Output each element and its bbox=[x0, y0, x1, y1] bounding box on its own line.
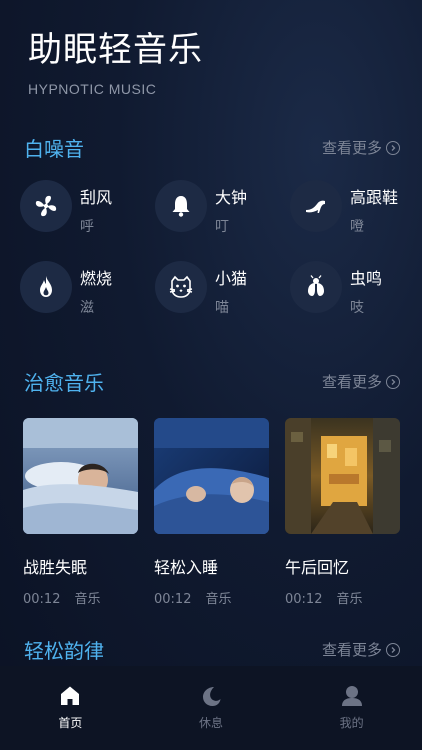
music-card[interactable]: 午后回忆 00:12 音乐 bbox=[285, 418, 400, 607]
home-icon bbox=[61, 686, 80, 705]
music-cover-image bbox=[285, 418, 400, 534]
music-tag: 音乐 bbox=[74, 592, 101, 607]
noise-name: 刮风 bbox=[80, 188, 113, 207]
healing-music-more-button[interactable]: 查看更多 bbox=[322, 371, 400, 392]
music-cover-image bbox=[23, 418, 138, 534]
cicada-icon bbox=[290, 261, 342, 313]
app-subtitle: HYPNOTIC MUSIC bbox=[28, 81, 157, 97]
white-noise-more-button[interactable]: 查看更多 bbox=[322, 137, 400, 158]
relaxing-rhythm-more-button[interactable]: 查看更多 bbox=[322, 639, 400, 660]
healing-music-list: 战胜失眠 00:12 音乐 轻松入睡 00:12 音乐 午后回忆 00:12 音… bbox=[23, 418, 400, 607]
bottom-tab-bar: 首页 休息 我的 bbox=[0, 666, 422, 750]
tab-rest[interactable]: 休息 bbox=[141, 666, 282, 750]
user-icon bbox=[341, 686, 362, 706]
noise-sub: 噔 bbox=[350, 219, 364, 235]
chevron-right-circle-icon bbox=[386, 374, 400, 389]
cat-icon bbox=[155, 261, 207, 313]
music-title: 午后回忆 bbox=[285, 558, 350, 577]
noise-item-bell[interactable]: 大钟 叮 bbox=[155, 180, 290, 236]
white-noise-header: 白噪音 查看更多 bbox=[24, 133, 400, 162]
noise-item-insect[interactable]: 虫鸣 吱 bbox=[290, 261, 415, 317]
high-heel-icon bbox=[290, 180, 342, 232]
music-title: 轻松入睡 bbox=[154, 558, 219, 577]
noise-item-fire[interactable]: 燃烧 滋 bbox=[20, 261, 155, 317]
music-duration: 00:12 bbox=[154, 592, 192, 607]
noise-name: 燃烧 bbox=[80, 269, 113, 288]
music-card[interactable]: 战胜失眠 00:12 音乐 bbox=[23, 418, 138, 607]
tab-label: 首页 bbox=[58, 716, 83, 730]
more-label: 查看更多 bbox=[321, 641, 382, 659]
tab-label: 休息 bbox=[199, 716, 224, 730]
noise-name: 大钟 bbox=[215, 188, 248, 207]
music-cover-image bbox=[154, 418, 269, 534]
healing-music-title: 治愈音乐 bbox=[24, 371, 104, 395]
music-card[interactable]: 轻松入睡 00:12 音乐 bbox=[154, 418, 269, 607]
music-meta: 00:12 音乐 bbox=[154, 588, 269, 607]
music-title: 战胜失眠 bbox=[23, 558, 88, 577]
more-label: 查看更多 bbox=[321, 373, 382, 391]
relaxing-rhythm-header: 轻松韵律 查看更多 bbox=[24, 635, 400, 664]
noise-sub: 滋 bbox=[80, 300, 94, 316]
music-tag: 音乐 bbox=[336, 592, 363, 607]
music-duration: 00:12 bbox=[285, 592, 323, 607]
noise-item-heels[interactable]: 高跟鞋 噔 bbox=[290, 180, 415, 236]
music-duration: 00:12 bbox=[23, 592, 61, 607]
relaxing-rhythm-title: 轻松韵律 bbox=[24, 639, 104, 663]
music-meta: 00:12 音乐 bbox=[285, 588, 400, 607]
white-noise-grid: 刮风 呼 大钟 叮 高跟鞋 噔 燃烧 滋 小猫 喵 虫鸣 吱 bbox=[20, 180, 415, 317]
noise-name: 小猫 bbox=[215, 269, 248, 288]
tab-mine[interactable]: 我的 bbox=[281, 666, 422, 750]
flame-icon bbox=[20, 261, 72, 313]
music-tag: 音乐 bbox=[205, 592, 232, 607]
healing-music-header: 治愈音乐 查看更多 bbox=[24, 367, 400, 396]
app-title: 助眠轻音乐 bbox=[28, 30, 203, 70]
noise-name: 高跟鞋 bbox=[350, 188, 399, 207]
app-header: 助眠轻音乐 HYPNOTIC MUSIC bbox=[28, 22, 203, 97]
more-label: 查看更多 bbox=[321, 139, 382, 157]
noise-sub: 叮 bbox=[215, 219, 229, 235]
bell-icon bbox=[155, 180, 207, 232]
fan-icon bbox=[20, 180, 72, 232]
noise-item-cat[interactable]: 小猫 喵 bbox=[155, 261, 290, 317]
moon-icon bbox=[203, 687, 221, 706]
noise-sub: 呼 bbox=[80, 219, 94, 235]
chevron-right-circle-icon bbox=[386, 140, 400, 155]
noise-sub: 喵 bbox=[215, 300, 229, 316]
music-meta: 00:12 音乐 bbox=[23, 588, 138, 607]
tab-home[interactable]: 首页 bbox=[0, 666, 141, 750]
noise-item-wind[interactable]: 刮风 呼 bbox=[20, 180, 155, 236]
white-noise-title: 白噪音 bbox=[24, 137, 84, 161]
chevron-right-circle-icon bbox=[386, 642, 400, 657]
noise-name: 虫鸣 bbox=[350, 269, 383, 288]
tab-label: 我的 bbox=[339, 716, 364, 730]
noise-sub: 吱 bbox=[350, 300, 364, 316]
